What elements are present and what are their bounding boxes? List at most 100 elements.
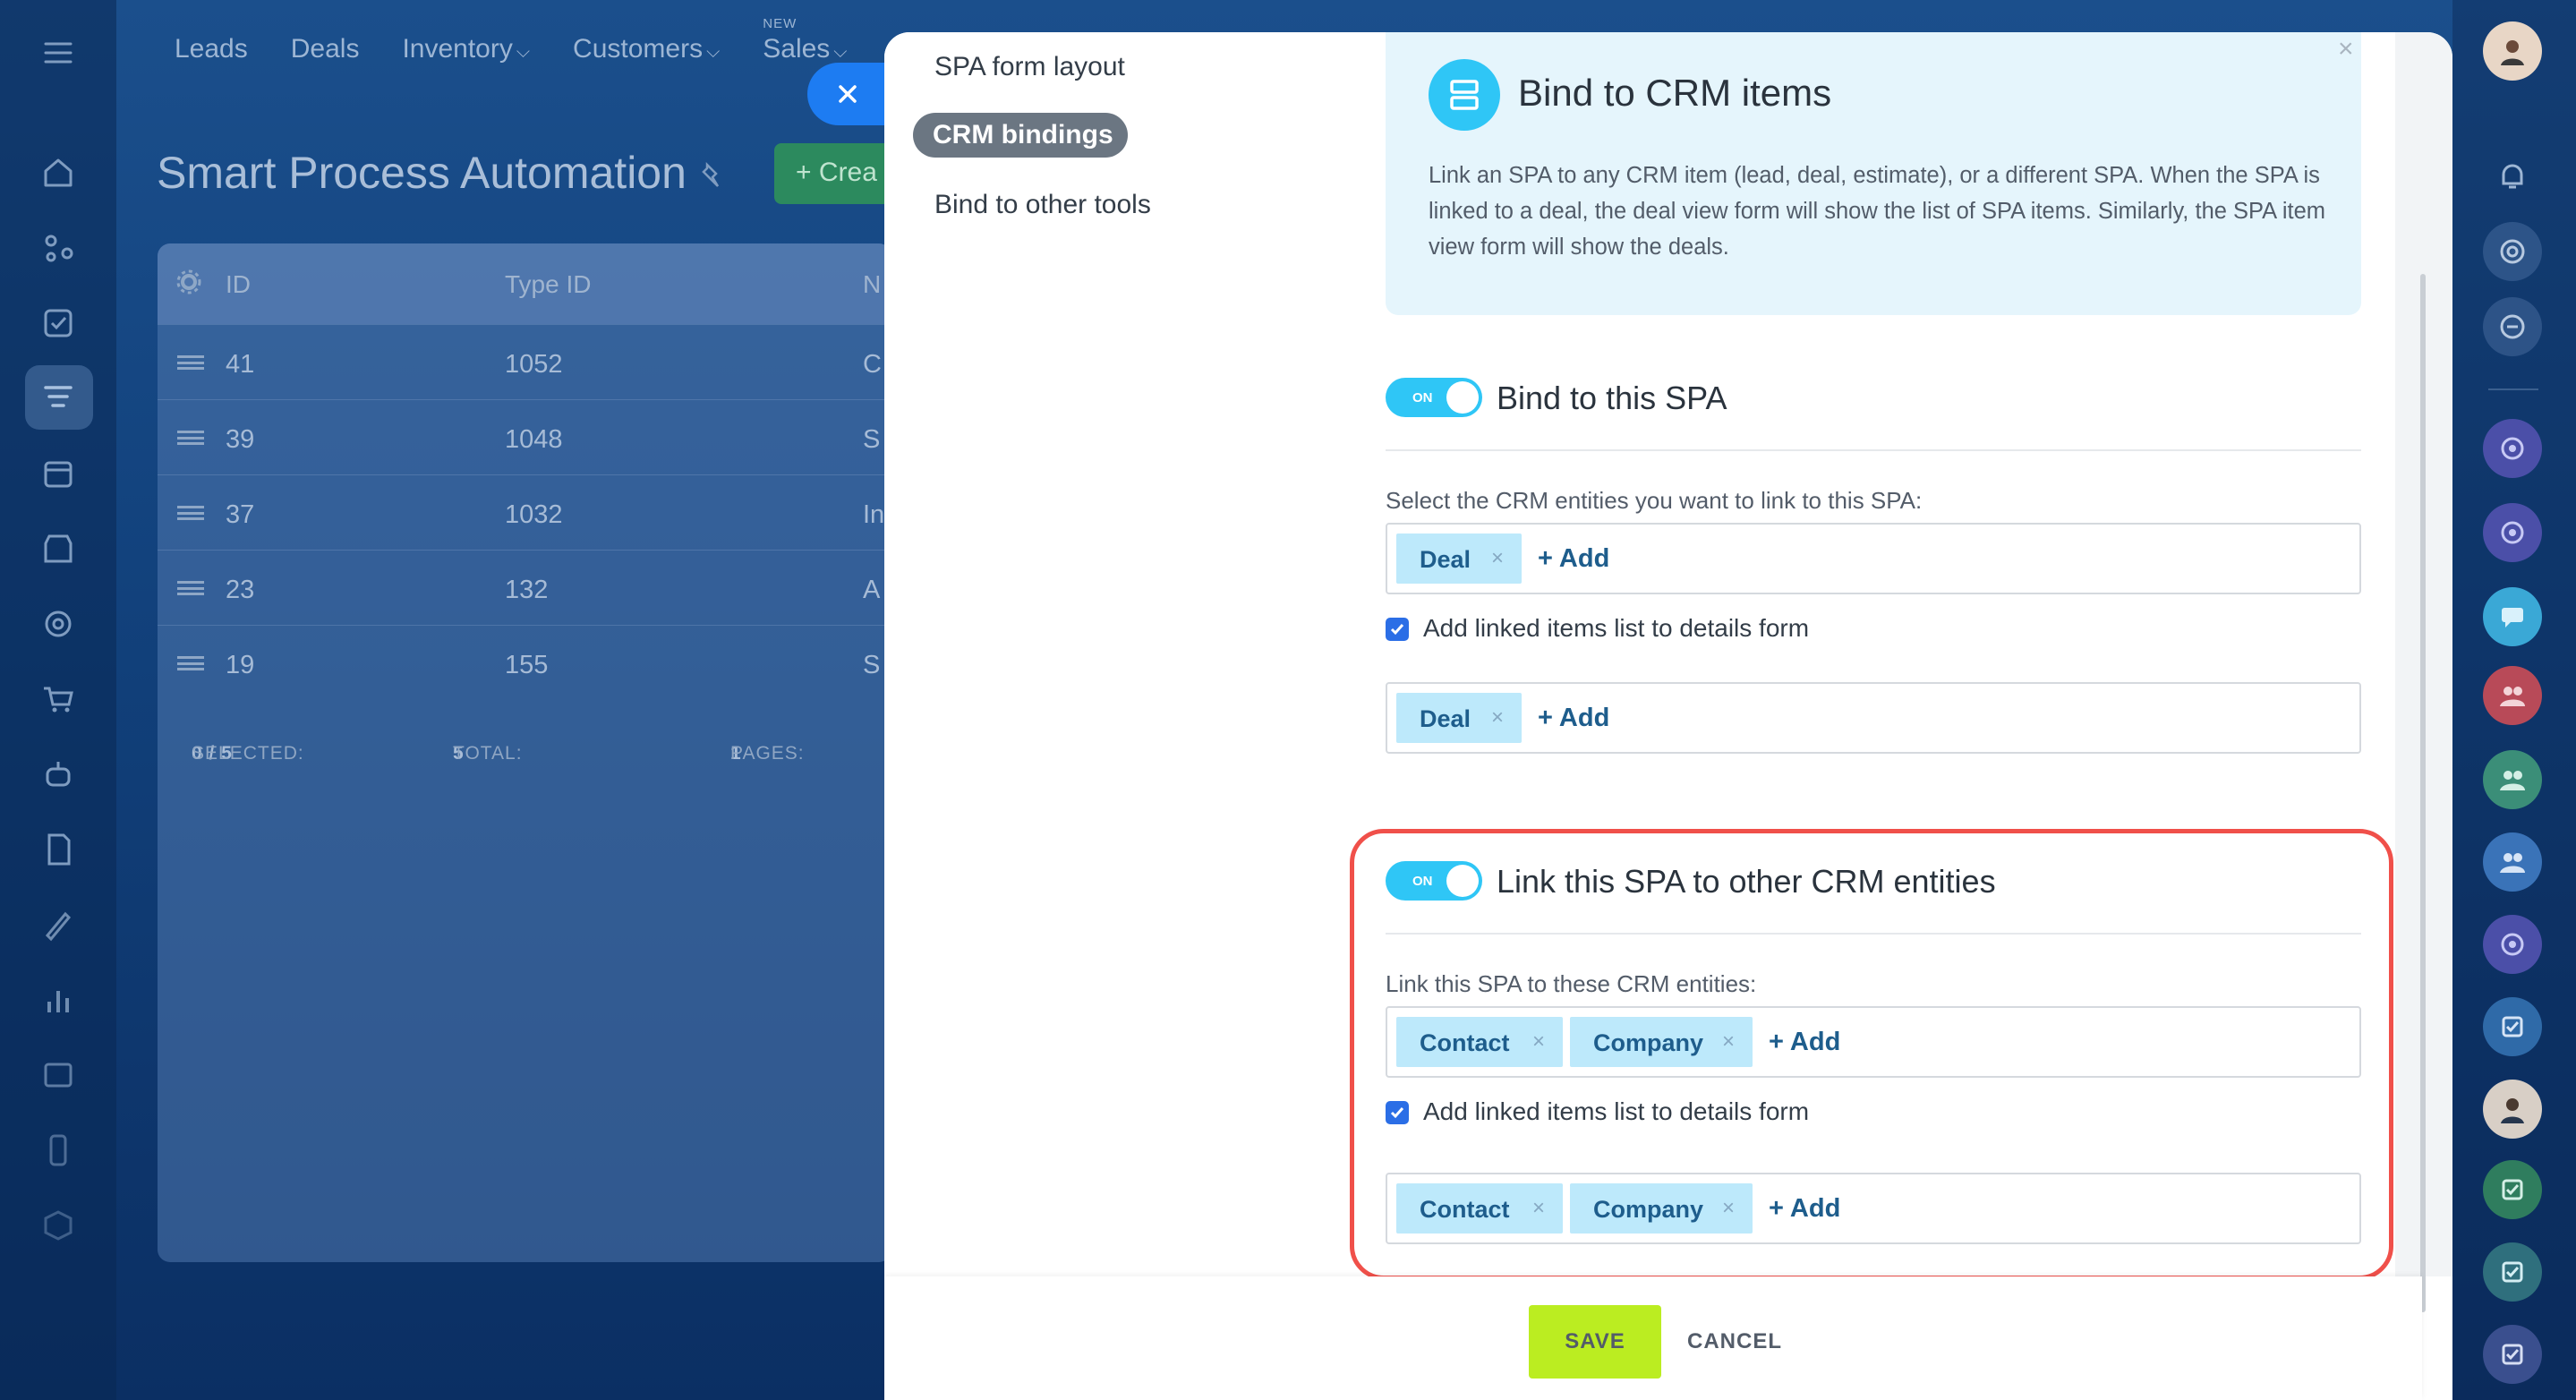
column-name[interactable]: N: [863, 270, 881, 299]
news-icon[interactable]: [36, 1053, 81, 1097]
table-row[interactable]: 39 1048 S: [158, 399, 891, 474]
drag-handle-icon[interactable]: [177, 581, 204, 595]
target-icon[interactable]: [36, 602, 81, 646]
menu-icon[interactable]: [36, 30, 81, 75]
bind-details-field[interactable]: Deal × + Add: [1386, 682, 2361, 754]
menu-crm-bindings[interactable]: CRM bindings: [913, 113, 1128, 158]
cell-type-id: 1032: [505, 500, 563, 529]
cart-icon[interactable]: [36, 677, 81, 721]
bell-icon[interactable]: [2483, 147, 2542, 206]
spiral-icon[interactable]: [2483, 222, 2542, 281]
nav-leads[interactable]: Leads: [175, 34, 248, 73]
sites-icon[interactable]: [36, 226, 81, 270]
top-navigation: Leads Deals Inventory ⌵ Customers ⌵ NEW Sal…: [175, 16, 848, 73]
task-icon[interactable]: [2483, 1160, 2542, 1219]
analytics-icon[interactable]: [36, 977, 81, 1022]
cell-name[interactable]: A: [863, 576, 880, 605]
copilot-icon[interactable]: [2483, 419, 2542, 478]
chat-search-icon[interactable]: [2483, 297, 2542, 356]
cell-name[interactable]: S: [863, 425, 880, 455]
table-row[interactable]: 41 1052 C: [158, 324, 891, 399]
remove-tag-icon[interactable]: ×: [1491, 705, 1504, 730]
new-badge: NEW: [763, 16, 798, 31]
bind-details-label: Add linked items list to details form: [1423, 614, 1810, 642]
slider-footer: SAVE CANCEL: [884, 1276, 2422, 1400]
copilot-icon[interactable]: [2483, 915, 2542, 974]
info-title: Bind to CRM items: [1518, 72, 1832, 114]
grid-header: ID Type ID N: [158, 243, 891, 324]
cell-type-id: 1048: [505, 425, 563, 454]
sign-icon[interactable]: [36, 902, 81, 947]
tag-deal: Deal ×: [1396, 534, 1522, 584]
table-row[interactable]: 37 1032 In: [158, 474, 891, 550]
user-avatar[interactable]: [2483, 21, 2542, 81]
table-row[interactable]: 19 155 S: [158, 625, 891, 700]
task-icon[interactable]: [2483, 1325, 2542, 1384]
drag-handle-icon[interactable]: [177, 506, 204, 520]
add-entity-link[interactable]: + Add: [1538, 704, 1609, 733]
nav-inventory[interactable]: Inventory ⌵: [402, 34, 530, 73]
cell-id: 37: [226, 500, 255, 529]
chevron-down-icon: ⌵: [833, 42, 848, 62]
bind-details-checkbox[interactable]: [1386, 618, 1409, 641]
cell-name[interactable]: C: [863, 350, 882, 380]
task-icon[interactable]: [2483, 1242, 2542, 1302]
cell-id: 39: [226, 425, 255, 454]
cell-name[interactable]: In: [863, 500, 884, 530]
drag-handle-icon[interactable]: [177, 355, 204, 370]
drag-handle-icon[interactable]: [177, 656, 204, 670]
store-icon[interactable]: [36, 526, 81, 571]
gear-icon[interactable]: [175, 269, 202, 302]
pin-icon[interactable]: [696, 161, 727, 192]
contact-avatar[interactable]: [2483, 1080, 2542, 1139]
task-icon[interactable]: [2483, 997, 2542, 1056]
cell-name[interactable]: S: [863, 651, 880, 680]
left-sidebar: [0, 0, 116, 1400]
nav-deals[interactable]: Deals: [291, 34, 360, 73]
close-icon[interactable]: ×: [2338, 34, 2354, 64]
home-icon[interactable]: [36, 150, 81, 195]
save-button[interactable]: SAVE: [1529, 1305, 1661, 1379]
settings-menu: SPA form layout CRM bindings Bind to oth…: [884, 32, 1350, 1276]
page-title: Smart Process Automation: [157, 148, 687, 198]
group-icon[interactable]: [2483, 832, 2542, 892]
tasks-icon[interactable]: [36, 301, 81, 346]
cell-type-id: 1052: [505, 350, 563, 379]
tag-label: Deal: [1420, 546, 1471, 573]
chat-icon[interactable]: [2483, 587, 2542, 646]
bind-field-label: Select the CRM entities you want to link…: [1386, 487, 1923, 514]
cell-id: 41: [226, 350, 255, 379]
close-icon: [839, 85, 857, 103]
spa-grid: ID Type ID N 41 1052 C 39 1048 S 37 1032…: [158, 243, 891, 1262]
tag-deal: Deal ×: [1396, 693, 1522, 743]
menu-spa-form-layout[interactable]: SPA form layout: [934, 52, 1125, 82]
create-button[interactable]: + Crea: [774, 143, 900, 204]
column-id[interactable]: ID: [226, 270, 251, 299]
crm-funnel-icon[interactable]: [36, 374, 81, 419]
remove-tag-icon[interactable]: ×: [1491, 546, 1504, 571]
document-icon[interactable]: [36, 827, 81, 872]
box-icon[interactable]: [36, 1203, 81, 1248]
table-row[interactable]: 23 132 A: [158, 550, 891, 625]
scrollbar[interactable]: [2420, 274, 2426, 1312]
cancel-button[interactable]: CANCEL: [1672, 1305, 1797, 1379]
robot-icon[interactable]: [36, 752, 81, 797]
highlight-frame: [1350, 829, 2393, 1280]
column-type-id[interactable]: Type ID: [505, 270, 591, 299]
copilot-icon[interactable]: [2483, 503, 2542, 562]
bind-entities-field[interactable]: Deal × + Add: [1386, 523, 2361, 594]
bind-spa-toggle[interactable]: ON: [1386, 378, 1482, 417]
mobile-icon[interactable]: [36, 1128, 81, 1173]
check-icon: [1390, 624, 1404, 636]
add-entity-link[interactable]: + Add: [1538, 544, 1609, 574]
cell-type-id: 132: [505, 576, 549, 604]
bind-icon: [1429, 59, 1500, 131]
total-count: TOTAL: 5: [453, 743, 523, 764]
menu-bind-other-tools[interactable]: Bind to other tools: [934, 190, 1151, 220]
group-icon[interactable]: [2483, 666, 2542, 725]
close-slider-button[interactable]: [807, 63, 888, 125]
nav-customers[interactable]: Customers ⌵: [573, 34, 720, 73]
calendar-icon[interactable]: [36, 451, 81, 496]
group-icon[interactable]: [2483, 750, 2542, 809]
drag-handle-icon[interactable]: [177, 431, 204, 445]
